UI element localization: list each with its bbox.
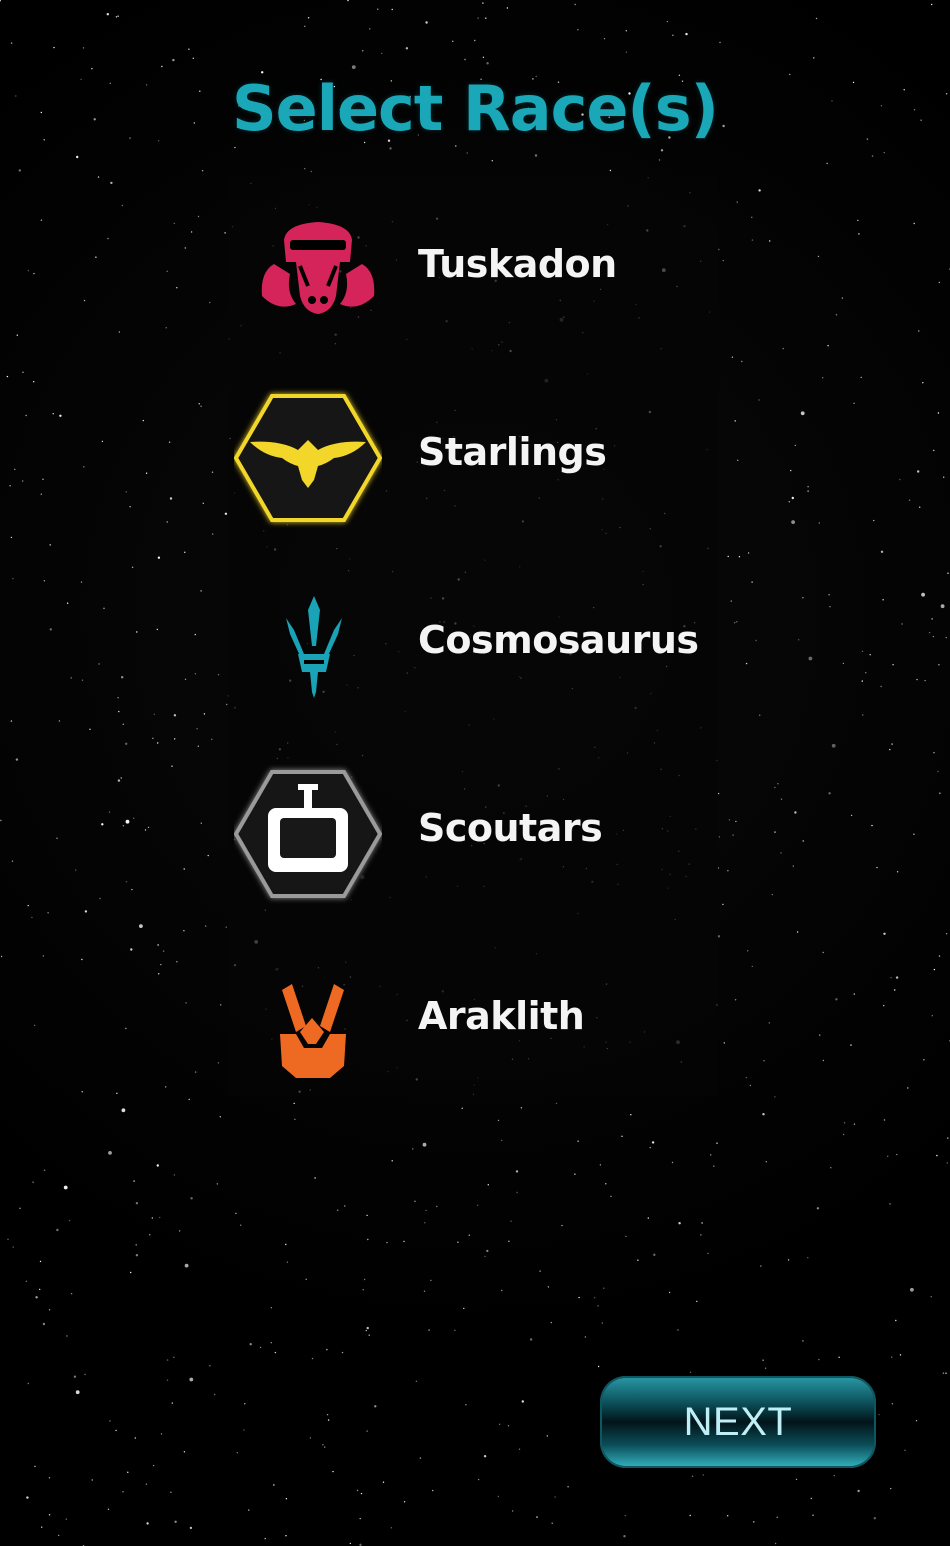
- race-item-araklith[interactable]: Araklith: [228, 928, 718, 1116]
- race-label: Tuskadon: [418, 242, 617, 286]
- tuskadon-emblem-icon: [234, 200, 382, 340]
- araklith-emblem-icon: [234, 952, 382, 1092]
- cosmosaurus-emblem-icon: [234, 576, 382, 716]
- page-title: Select Race(s): [232, 72, 719, 145]
- race-label: Cosmosaurus: [418, 618, 699, 662]
- race-label: Scoutars: [418, 806, 603, 850]
- race-item-scoutars[interactable]: Scoutars: [228, 740, 718, 928]
- next-button-label: NEXT: [683, 1400, 793, 1444]
- next-button[interactable]: NEXT: [600, 1376, 876, 1468]
- race-item-starlings[interactable]: Starlings: [228, 364, 718, 552]
- race-label: Araklith: [418, 994, 585, 1038]
- starlings-emblem-icon: [234, 388, 382, 528]
- race-selection-screen: Select Race(s) Tuskadon Starlings Cosmos…: [0, 0, 950, 1546]
- scoutars-emblem-icon: [234, 764, 382, 904]
- race-item-tuskadon[interactable]: Tuskadon: [228, 176, 718, 364]
- race-list: Tuskadon Starlings Cosmosaurus Scoutars …: [228, 176, 718, 1096]
- race-item-cosmosaurus[interactable]: Cosmosaurus: [228, 552, 718, 740]
- race-label: Starlings: [418, 430, 607, 474]
